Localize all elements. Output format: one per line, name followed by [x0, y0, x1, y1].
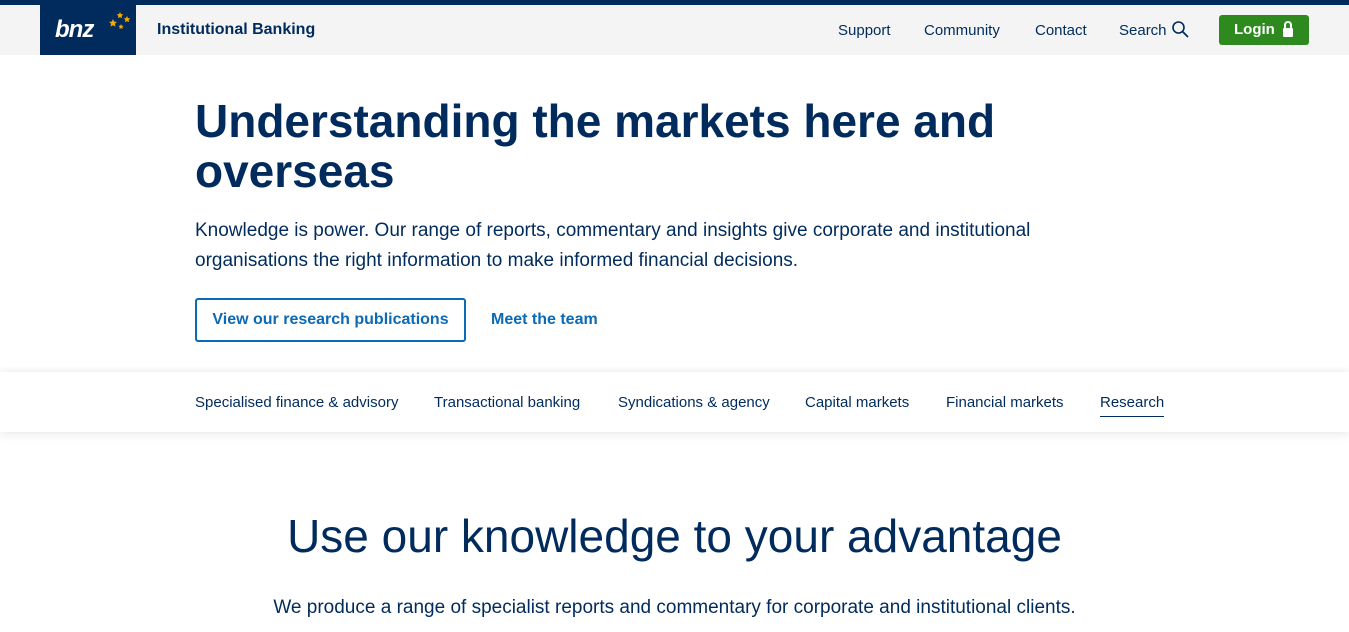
nav-search[interactable]: Search	[1119, 22, 1167, 40]
meet-the-team-link[interactable]: Meet the team	[491, 310, 598, 330]
hero-title: Understanding the markets here and overs…	[195, 95, 996, 197]
subnav-item-specialised-finance[interactable]: Specialised finance & advisory	[195, 394, 398, 412]
section-title: Use our knowledge to your advantage	[287, 510, 1062, 562]
site-name[interactable]: Institutional Banking	[157, 21, 315, 39]
subnav-item-financial-markets[interactable]: Financial markets	[946, 394, 1064, 412]
login-label: Login	[1234, 21, 1275, 38]
section-text: We produce a range of specialist reports…	[273, 597, 1076, 618]
section-subnav: Specialised finance & advisory Transacti…	[0, 372, 1349, 432]
hero-intro: Knowledge is power. Our range of reports…	[195, 220, 1031, 271]
nav-support[interactable]: Support	[838, 22, 891, 40]
site-header: bnz Institutional Banking Support Commun…	[0, 5, 1349, 55]
bnz-logo[interactable]: bnz	[40, 5, 136, 55]
nav-community[interactable]: Community	[924, 22, 1000, 40]
search-icon[interactable]	[1171, 20, 1189, 38]
subnav-item-research[interactable]: Research	[1100, 394, 1165, 417]
nav-contact[interactable]: Contact	[1035, 22, 1087, 40]
lock-icon	[1283, 21, 1293, 37]
subnav-item-capital-markets[interactable]: Capital markets	[805, 394, 909, 412]
subnav-item-syndications-agency[interactable]: Syndications & agency	[618, 394, 770, 412]
login-button[interactable]: Login	[1219, 15, 1309, 45]
stars-icon	[109, 12, 131, 29]
logo-text: bnz	[55, 16, 94, 43]
subnav-item-transactional-banking[interactable]: Transactional banking	[434, 394, 580, 412]
view-research-publications-button[interactable]: View our research publications	[195, 298, 466, 342]
